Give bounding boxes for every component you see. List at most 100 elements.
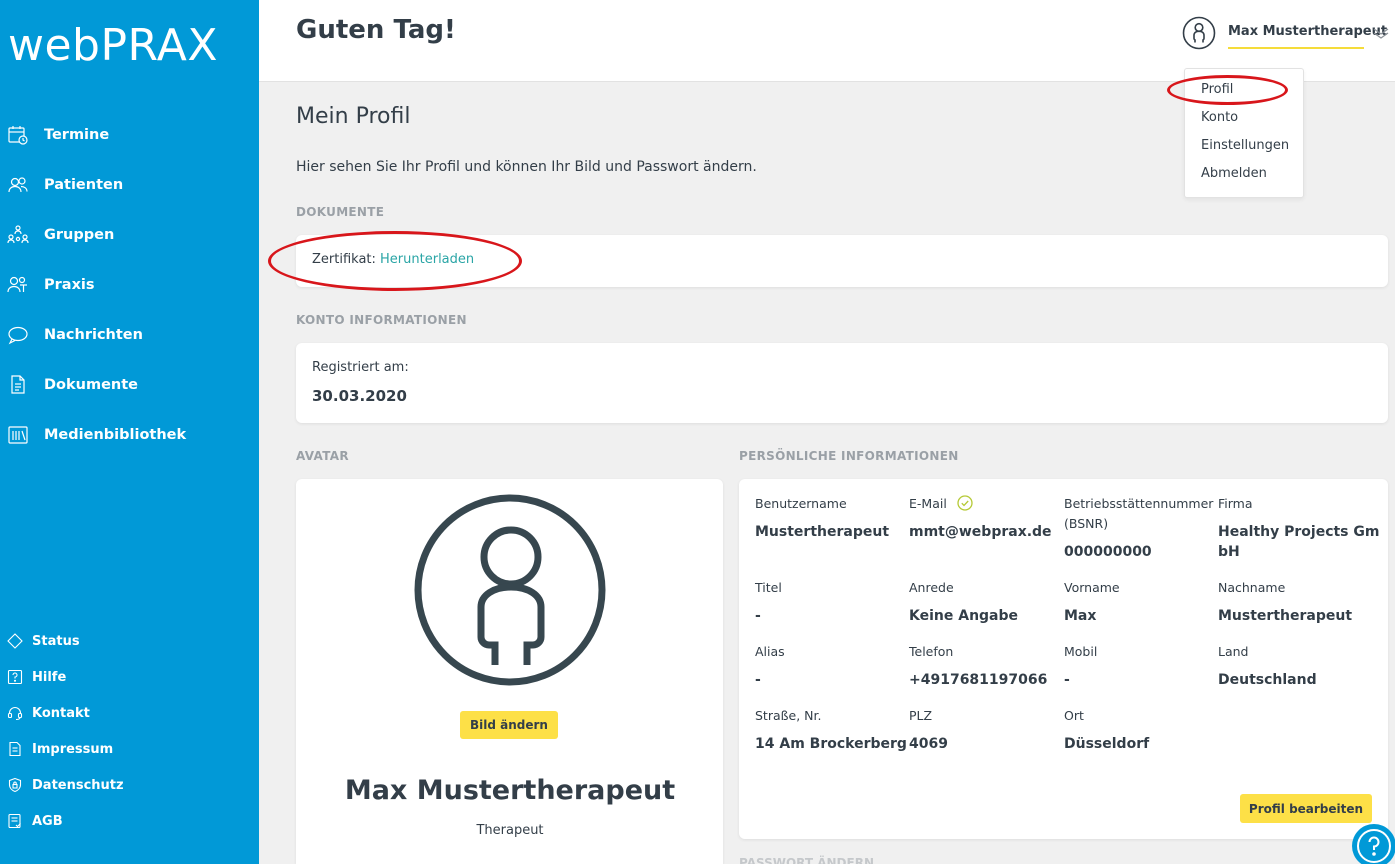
alias-label: Alias xyxy=(755,644,785,659)
zip-label: PLZ xyxy=(909,708,933,723)
personal-info-card: Benutzername Mustertherapeut E-Mail mmt@… xyxy=(739,479,1388,839)
sidebar-footer-label: Status xyxy=(32,633,80,649)
menu-item-profil[interactable]: Profil xyxy=(1201,82,1233,97)
profile-name: Max Mustertherapeut xyxy=(344,775,676,806)
groups-icon xyxy=(7,225,29,244)
phone-label: Telefon xyxy=(909,644,954,659)
privacy-icon xyxy=(8,777,22,793)
user-menu-toggle[interactable]: Max Mustertherapeut xyxy=(1228,24,1387,39)
sidebar-item-dokumente[interactable]: Dokumente xyxy=(0,365,259,405)
sidebar-footer-label: Datenschutz xyxy=(32,777,124,793)
sidebar-footer-label: AGB xyxy=(32,813,63,829)
patients-icon xyxy=(8,177,28,193)
lastname-label: Nachname xyxy=(1218,580,1286,595)
contact-headset-icon xyxy=(7,707,23,721)
sidebar-item-patienten[interactable]: Patienten xyxy=(0,165,259,205)
section-label-password: PASSWORT ÄNDERN xyxy=(739,856,874,864)
lastname-value: Mustertherapeut xyxy=(1218,608,1353,624)
question-mark-icon xyxy=(1357,829,1391,863)
user-menu-underline xyxy=(1228,47,1364,49)
terms-icon xyxy=(8,813,21,829)
menu-item-abmelden[interactable]: Abmelden xyxy=(1201,166,1267,181)
page-intro: Hier sehen Sie Ihr Profil und können Ihr… xyxy=(296,159,757,175)
sidebar-footer-kontakt[interactable]: Kontakt xyxy=(0,700,259,726)
help-icon xyxy=(7,669,23,685)
country-label: Land xyxy=(1218,644,1249,659)
app-logo[interactable]: webPRAX xyxy=(8,20,218,71)
sidebar-footer-label: Hilfe xyxy=(32,669,67,685)
salutation-label: Anrede xyxy=(909,580,954,595)
sidebar-footer-impressum[interactable]: Impressum xyxy=(0,736,259,762)
user-avatar-icon[interactable] xyxy=(1182,16,1216,50)
zip-value: 4069 xyxy=(909,736,948,752)
media-library-icon xyxy=(8,426,28,444)
sidebar-item-nachrichten[interactable]: Nachrichten xyxy=(0,315,259,355)
sidebar-footer-label: Impressum xyxy=(32,741,114,757)
sidebar-footer-label: Kontakt xyxy=(32,705,90,721)
sidebar-item-label: Patienten xyxy=(44,177,124,193)
alias-value: - xyxy=(755,672,761,688)
sidebar-item-label: Gruppen xyxy=(44,227,115,243)
sidebar-item-label: Nachrichten xyxy=(44,327,143,343)
sidebar-item-label: Termine xyxy=(44,127,110,143)
username-value: Mustertherapeut xyxy=(755,524,890,540)
phone-value: +4917681197066 xyxy=(909,672,1048,688)
sidebar-item-praxis[interactable]: Praxis xyxy=(0,265,259,305)
chat-bubble-icon xyxy=(8,326,28,345)
sidebar-footer-hilfe[interactable]: Hilfe xyxy=(0,664,259,690)
company-value: Healthy Projects Gm xyxy=(1218,524,1380,540)
sidebar-item-termine[interactable]: Termine xyxy=(0,115,259,155)
profile-avatar-icon xyxy=(414,494,606,686)
change-picture-button[interactable]: Bild ändern xyxy=(460,711,558,739)
certificate-row: Zertifikat: Herunterladen xyxy=(312,252,474,267)
help-floating-button[interactable] xyxy=(1352,824,1395,864)
company-value-cont: bH xyxy=(1218,544,1240,560)
documents-card: Zertifikat: Herunterladen xyxy=(296,235,1388,287)
country-value: Deutschland xyxy=(1218,672,1317,688)
user-menu-dropdown: Profil Konto Einstellungen Abmelden xyxy=(1184,68,1304,198)
sidebar-item-medienbibliothek[interactable]: Medienbibliothek xyxy=(0,415,259,455)
title-value: - xyxy=(755,608,761,624)
chevron-down-icon[interactable] xyxy=(1372,26,1390,40)
status-diamond-icon xyxy=(7,633,23,649)
sidebar-footer-status[interactable]: Status xyxy=(0,628,259,654)
edit-profile-button[interactable]: Profil bearbeiten xyxy=(1240,794,1372,823)
sidebar: webPRAX Termine Patienten Gruppen Praxis… xyxy=(0,0,259,864)
city-label: Ort xyxy=(1064,708,1084,723)
username-label: Benutzername xyxy=(755,496,847,511)
sidebar-item-label: Medienbibliothek xyxy=(44,427,187,443)
section-label-documents: DOKUMENTE xyxy=(296,205,385,219)
sidebar-footer-datenschutz[interactable]: Datenschutz xyxy=(0,772,259,798)
registered-value: 30.03.2020 xyxy=(312,387,407,405)
salutation-value: Keine Angabe xyxy=(909,608,1019,624)
city-value: Düsseldorf xyxy=(1064,736,1150,752)
section-label-personal: PERSÖNLICHE INFORMATIONEN xyxy=(739,449,959,463)
bsnr-value: 000000000 xyxy=(1064,544,1152,560)
imprint-icon xyxy=(9,741,21,757)
section-label-avatar: AVATAR xyxy=(296,449,349,463)
practice-icon xyxy=(7,276,27,293)
sidebar-item-gruppen[interactable]: Gruppen xyxy=(0,215,259,255)
certificate-download-link[interactable]: Herunterladen xyxy=(380,252,474,267)
profile-role: Therapeut xyxy=(476,823,544,838)
sidebar-footer-agb[interactable]: AGB xyxy=(0,808,259,834)
sidebar-item-label: Dokumente xyxy=(44,377,138,393)
registered-label: Registriert am: xyxy=(312,360,409,375)
email-label: E-Mail xyxy=(909,496,947,511)
account-card: Registriert am: 30.03.2020 xyxy=(296,343,1388,423)
street-label: Straße, Nr. xyxy=(755,708,822,723)
page-title: Mein Profil xyxy=(296,104,411,129)
menu-item-konto[interactable]: Konto xyxy=(1201,110,1238,125)
sidebar-item-label: Praxis xyxy=(44,277,95,293)
company-label: Firma xyxy=(1218,496,1253,511)
calendar-icon xyxy=(8,126,28,145)
page-greeting: Guten Tag! xyxy=(296,15,456,45)
avatar-card: Bild ändern Max Mustertherapeut Therapeu… xyxy=(296,479,723,864)
street-value: 14 Am Brockerberg xyxy=(755,736,907,752)
bsnr-label-abbrev: (BSNR) xyxy=(1064,516,1109,531)
email-value: mmt@webprax.de xyxy=(909,524,1052,540)
mobile-label: Mobil xyxy=(1064,644,1098,659)
certificate-label: Zertifikat: xyxy=(312,252,376,267)
menu-item-einstellungen[interactable]: Einstellungen xyxy=(1201,138,1289,153)
verified-check-icon xyxy=(957,495,973,511)
